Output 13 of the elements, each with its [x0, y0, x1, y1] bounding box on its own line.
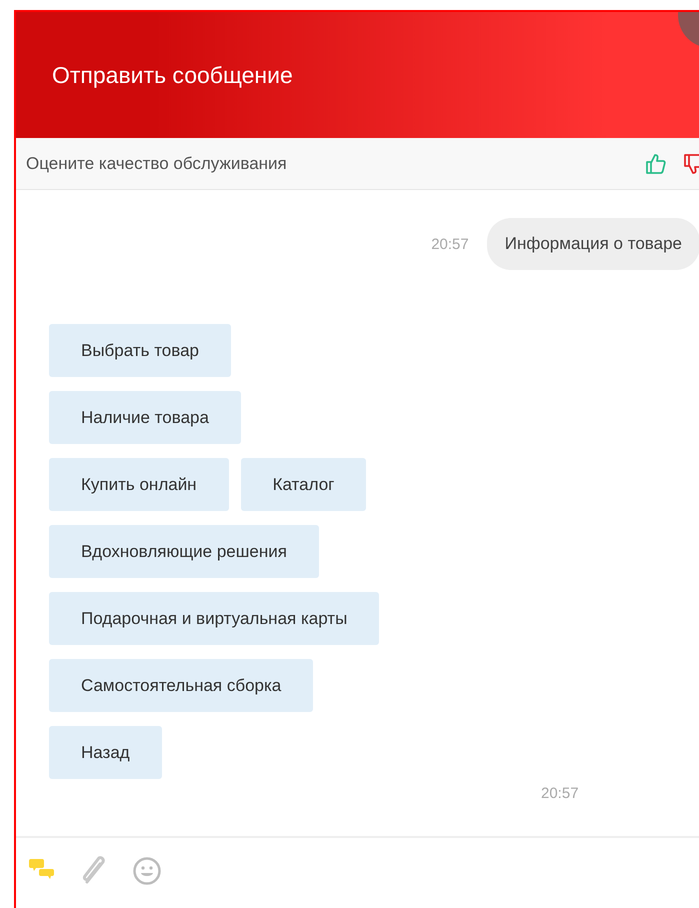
message-bubble: Информация о товаре	[486, 218, 699, 270]
quick-reply-button[interactable]: Самостоятельная сборка	[49, 659, 314, 712]
quick-reply-button[interactable]: Вдохновляющие решения	[49, 525, 319, 578]
quick-reply-button[interactable]: Наличие товара	[49, 391, 241, 444]
message-time: 20:57	[541, 785, 579, 802]
quick-reply-button[interactable]: Выбрать товар	[49, 324, 231, 377]
quick-reply-button[interactable]: Назад	[49, 726, 162, 779]
header-title: Отправить сообщение	[52, 62, 293, 88]
quick-reply-button[interactable]: Каталог	[240, 458, 366, 511]
message-time: 20:57	[431, 236, 469, 252]
quick-reply-button[interactable]: Подарочная и виртуальная карты	[49, 592, 380, 645]
quick-reply-button[interactable]: Купить онлайн	[49, 458, 229, 511]
rating-prompt: Оцените качество обслуживания	[26, 154, 287, 174]
